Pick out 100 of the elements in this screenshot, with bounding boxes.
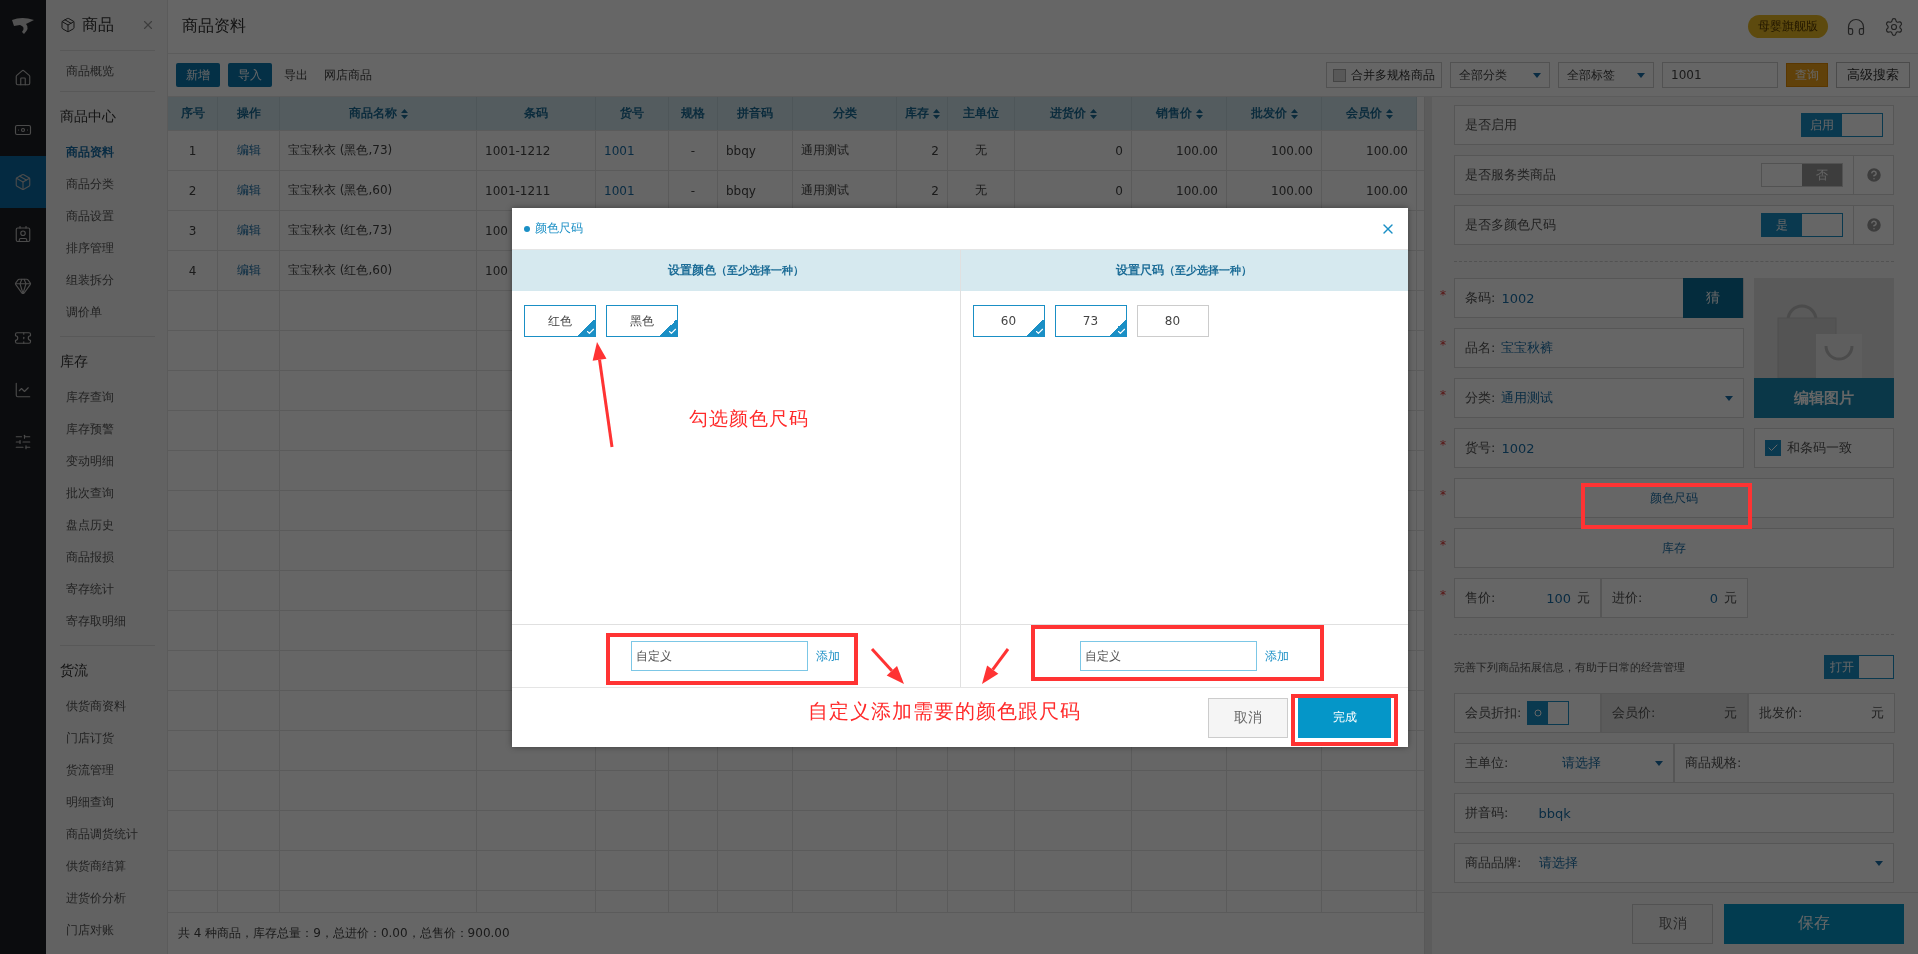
table-cell: 宝宝秋衣 (红色,73) [288,222,393,239]
add-link[interactable]: 添加 [1264,647,1289,665]
table-cell: 无 [975,182,987,199]
toggle-switch[interactable]: 是 [1761,213,1843,237]
sort-icon[interactable] [1195,108,1203,119]
option-chip[interactable]: 80 [1136,305,1209,337]
column-label: 主单位 [963,105,999,122]
sidebar-item[interactable]: 寄存统计 [60,573,155,605]
switch-fill[interactable] [1528,702,1549,724]
sidebar-item[interactable]: 排序管理 [60,232,155,264]
help-icon[interactable] [1864,216,1883,234]
chart-icon [14,381,32,399]
logo-icon [10,16,36,36]
sidebar-item[interactable]: 商品调货统计 [60,818,155,850]
add-link[interactable]: 添加 [816,647,841,665]
toolbar-button[interactable]: 导入 [228,63,272,87]
custom-input-field[interactable]: 自定义 [631,641,809,671]
done-button[interactable]: 完成 [1298,697,1391,738]
sidebar-item[interactable]: 组装拆分 [60,264,155,296]
sort-icon[interactable] [1089,108,1097,119]
brand-dropdown[interactable]: 商品品牌: 请选择 [1454,843,1894,883]
sidebar-item[interactable]: 门店对账 [60,914,155,946]
checkbox-icon[interactable] [1333,68,1346,82]
field-label: 进价: [1612,589,1643,607]
category-select[interactable]: 全部分类 [1450,62,1550,88]
toggle-switch[interactable]: 打开 [1824,655,1894,679]
checkbox-icon[interactable] [1765,440,1781,456]
sidebar-item[interactable]: 变动明细 [60,445,155,477]
option-chip[interactable]: 73 [1054,305,1127,337]
sort-icon[interactable] [400,108,408,119]
sidebar-item[interactable]: 库存查询 [60,381,155,413]
sidebar-item[interactable]: 商品资料 [60,136,155,168]
column-label: 序号 [180,105,205,122]
sidebar-item[interactable]: 盘点历史 [60,509,155,541]
annotation-text: 勾选颜色尺码 [689,406,809,431]
edit-link[interactable]: 编辑 [236,262,261,279]
sidebar-item[interactable]: 供货商资料 [60,690,155,722]
option-chip[interactable]: 60 [972,305,1045,337]
sort-icon[interactable] [1385,108,1393,119]
sidebar-item[interactable]: 明细查询 [60,786,155,818]
help-icon[interactable] [1864,166,1883,184]
unit-dropdown[interactable]: 主单位: 请选择 [1454,743,1674,783]
cancel-button[interactable]: 取消 [1208,697,1288,738]
advanced-search-button[interactable]: 高级搜索 [1836,62,1910,88]
toolbar-button[interactable]: 新增 [176,63,220,87]
column-header[interactable]: 库存 [897,97,948,130]
option-chip[interactable]: 黑色 [606,305,678,337]
column-header[interactable]: 商品名称 [280,97,477,130]
column-label: 进货价 [1049,105,1086,122]
column-label: 分类 [832,105,857,122]
table-cell[interactable]: 1001 [604,143,635,158]
sort-icon[interactable] [932,108,940,119]
headset-icon[interactable] [1846,16,1866,37]
caret-icon [1875,860,1883,866]
custom-input-field[interactable]: 自定义 [1079,641,1257,671]
sidebar-item[interactable]: 寄存取明细 [60,605,155,637]
sidebar-item[interactable]: 商品概览 [60,55,155,87]
toggle-switch[interactable]: 启用 [1801,113,1883,137]
sidebar-item[interactable]: 供货商结算 [60,850,155,882]
sidebar-item[interactable]: 商品报损 [60,541,155,573]
toolbar-link[interactable]: 网店商品 [320,63,376,87]
save-button[interactable]: 保存 [1724,903,1904,944]
column-header[interactable]: 销售价 [1132,97,1227,130]
toolbar-link[interactable]: 导出 [280,63,312,87]
table-cell: 100.00 [1271,143,1313,158]
stock-button[interactable]: 库存 [1454,528,1894,568]
sidebar-item[interactable]: 批次查询 [60,477,155,509]
merge-checkbox[interactable]: 合并多规格商品 [1326,62,1442,88]
settings-icon[interactable] [1884,16,1904,37]
sidebar-item[interactable]: 门店订货 [60,722,155,754]
edit-link[interactable]: 编辑 [236,142,261,159]
edit-link[interactable]: 编辑 [236,222,261,239]
column-label: 会员价 [1345,105,1382,122]
table-cell[interactable]: 1001 [604,183,635,198]
sidebar-item[interactable]: 库存预警 [60,413,155,445]
query-button[interactable]: 查询 [1786,63,1828,87]
sidebar-item[interactable]: 货流管理 [60,754,155,786]
nav-item[interactable] [0,156,46,208]
column-header[interactable]: 进货价 [1015,97,1132,130]
column-header[interactable]: 会员价 [1322,97,1417,130]
category-dropdown[interactable]: 分类: 通用测试 [1454,378,1744,418]
edit-link[interactable]: 编辑 [236,182,261,199]
guess-button[interactable]: 猜 [1683,278,1743,318]
sidebar-item[interactable]: 调价单 [60,296,155,328]
field-label: 货号: [1465,439,1496,457]
toggle-switch[interactable] [1527,701,1570,725]
edit-image-button[interactable]: 编辑图片 [1754,378,1894,418]
close-icon[interactable] [141,18,155,32]
sidebar-item[interactable]: 进货价分析 [60,882,155,914]
column-label: 库存 [904,105,929,122]
sort-icon[interactable] [1290,108,1298,119]
cancel-button[interactable]: 取消 [1632,903,1713,944]
search-field[interactable]: 1001 [1662,62,1778,88]
field-value: 请选择 [1539,854,1579,872]
column-header[interactable]: 批发价 [1227,97,1322,130]
color-size-button[interactable]: 颜色尺码 [1454,478,1894,518]
tag-select[interactable]: 全部标签 [1558,62,1654,88]
sidebar-item[interactable]: 商品分类 [60,168,155,200]
table-cell: 通用测试 [801,142,849,159]
option-chip[interactable]: 红色 [524,305,596,337]
